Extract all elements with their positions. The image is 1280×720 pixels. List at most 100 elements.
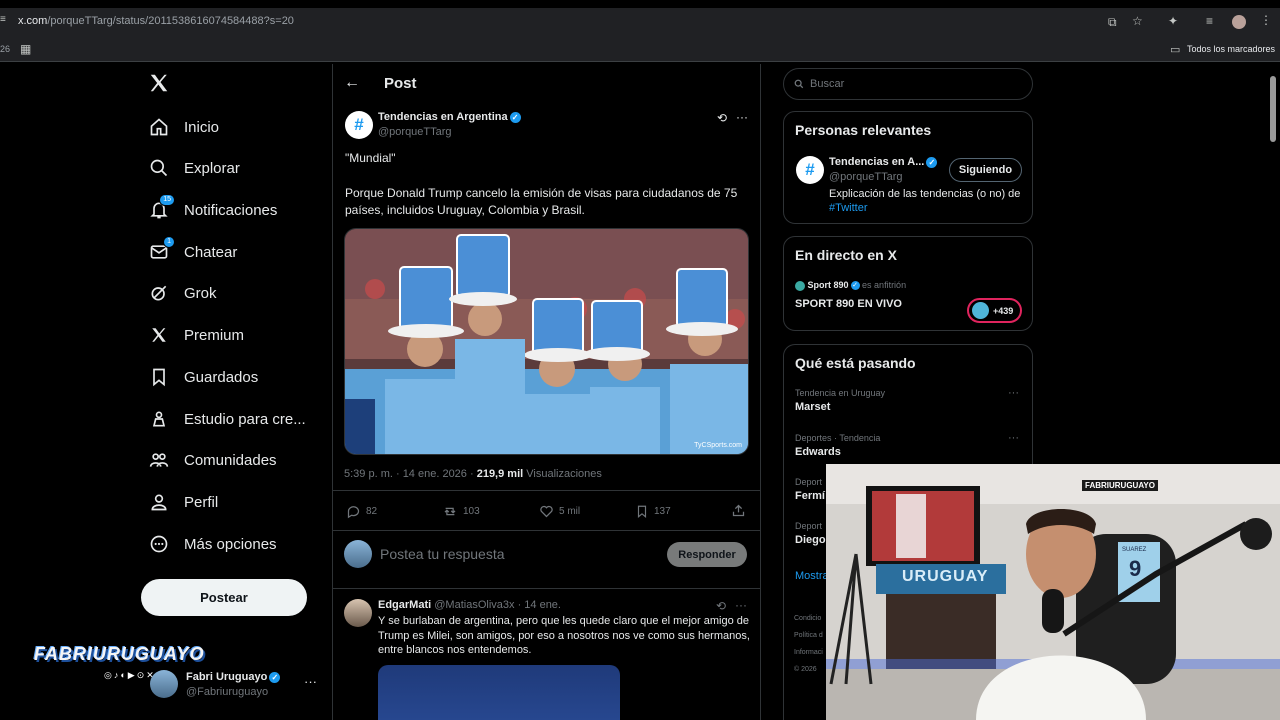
- repost-action[interactable]: 103: [442, 504, 480, 519]
- live-host[interactable]: Sport 890 ✓ es anfitrión: [795, 280, 906, 291]
- nav-item-mas-opciones[interactable]: Más opciones: [148, 528, 277, 560]
- live-show-title[interactable]: SPORT 890 EN VIVO: [795, 298, 902, 310]
- nav-item-perfil[interactable]: Perfil: [148, 486, 218, 518]
- more-dots-icon[interactable]: ···: [1008, 387, 1019, 399]
- more-dots-icon[interactable]: ···: [304, 674, 317, 689]
- site-info-icon[interactable]: ≡: [0, 14, 6, 25]
- tweet-text-body: Porque Donald Trump cancelo la emisión d…: [345, 186, 738, 217]
- reply-handle[interactable]: @MatiasOliva3x: [434, 599, 514, 611]
- apps-grid-icon[interactable]: ▦: [20, 42, 31, 56]
- reply-count: 82: [366, 506, 378, 517]
- share-action[interactable]: [731, 503, 746, 518]
- url-path: /porqueTTarg/status/2011538616074584488?…: [47, 15, 294, 27]
- url-text[interactable]: x.com/porqueTTarg/status/201153861607458…: [18, 15, 294, 27]
- tweet-timestamp[interactable]: 5:39 p. m. · 14 ene. 2026 ·: [344, 468, 477, 480]
- grok-explain-icon[interactable]: ⟲: [716, 599, 726, 613]
- shirt-text: URUGUAY: [902, 568, 989, 585]
- jersey-number: 9: [1129, 556, 1142, 581]
- avatar[interactable]: [344, 599, 372, 627]
- url-host: x.com: [18, 15, 48, 27]
- trend-item[interactable]: Deport Diego: [795, 521, 826, 546]
- footer-link[interactable]: Condicio: [794, 610, 823, 627]
- star-icon[interactable]: ☆: [1132, 14, 1143, 28]
- author-avatar[interactable]: #: [345, 111, 373, 139]
- nav-item-inicio[interactable]: Inicio: [148, 111, 219, 143]
- tweet-image[interactable]: TyCSports.com: [344, 228, 749, 455]
- listeners-pill[interactable]: +439: [967, 298, 1022, 323]
- relevant-name-text: Tendencias en A...: [829, 156, 925, 168]
- all-bookmarks-link[interactable]: Todos los marcadores: [1187, 44, 1275, 54]
- show-more-link[interactable]: Mostra: [795, 570, 829, 582]
- nav-item-grok[interactable]: Grok: [148, 277, 217, 309]
- grok-explain-icon[interactable]: ⟲: [717, 111, 727, 125]
- install-app-icon[interactable]: ⧉: [1108, 15, 1117, 30]
- extensions-icon[interactable]: ✦: [1168, 14, 1178, 28]
- listener-avatar: [972, 302, 989, 319]
- like-action[interactable]: 5 mil: [539, 504, 580, 519]
- avatar: [150, 670, 178, 698]
- reply-button[interactable]: Responder: [667, 542, 747, 567]
- reply-action[interactable]: 82: [346, 504, 377, 519]
- notification-badge: 15: [159, 194, 175, 206]
- nav-item-guardados[interactable]: Guardados: [148, 361, 258, 393]
- trend-item[interactable]: Tendencia en Uruguay Marset: [795, 388, 885, 413]
- more-icon: [148, 533, 170, 555]
- communities-icon: [148, 449, 170, 471]
- scrollbar-thumb[interactable]: [1270, 76, 1276, 142]
- nav-item-comunidades[interactable]: Comunidades: [148, 444, 277, 476]
- more-dots-icon[interactable]: ···: [736, 110, 748, 124]
- live-panel: En directo en X Sport 890 ✓ es anfitrión …: [783, 236, 1033, 331]
- author-handle[interactable]: @porqueTTarg: [378, 126, 452, 138]
- reply-input[interactable]: Postea tu respuesta: [380, 546, 505, 562]
- image-watermark: TyCSports.com: [694, 442, 742, 449]
- x-logo-icon[interactable]: [148, 72, 170, 99]
- person-icon: [148, 491, 170, 513]
- host-name: Sport 890: [807, 280, 849, 290]
- trend-context: Deport: [795, 521, 823, 531]
- trend-context: Deport: [795, 477, 823, 487]
- share-icon: [732, 504, 745, 517]
- post-button[interactable]: Postear: [141, 579, 307, 616]
- verified-icon: ✓: [509, 111, 521, 123]
- nav-item-premium[interactable]: Premium: [148, 319, 244, 351]
- verified-icon: ✓: [850, 281, 860, 291]
- nav-item-chatear[interactable]: 1 Chatear: [148, 236, 237, 268]
- more-dots-icon[interactable]: ···: [735, 598, 747, 612]
- back-arrow-icon[interactable]: ←: [344, 74, 360, 92]
- media-icon[interactable]: ≡: [1206, 14, 1213, 28]
- nav-item-estudio[interactable]: Estudio para cre...: [148, 403, 306, 435]
- trend-item[interactable]: Deport Fermí: [795, 477, 825, 502]
- hashtag-link[interactable]: #Twitter: [829, 202, 868, 214]
- nav-item-explorar[interactable]: Explorar: [148, 152, 240, 184]
- search-input[interactable]: Buscar: [783, 68, 1033, 100]
- author-avatar[interactable]: #: [796, 156, 824, 184]
- relevant-bio: Explicación de las tendencias (o no) de: [829, 188, 1021, 200]
- author-name[interactable]: Tendencias en Argentina ✓: [378, 111, 521, 123]
- home-icon: [148, 116, 170, 138]
- relevant-name[interactable]: Tendencias en A... ✓: [829, 156, 938, 168]
- bookmarks-bar: 26 ▦ ▭ Todos los marcadores: [0, 38, 1280, 62]
- panel-title: Personas relevantes: [795, 122, 932, 138]
- reply-date[interactable]: · 14 ene.: [518, 599, 561, 611]
- reply-image[interactable]: [378, 665, 620, 720]
- x-icon: [148, 324, 170, 346]
- account-handle: @Fabriuruguayo: [186, 686, 269, 698]
- more-dots-icon[interactable]: ···: [1008, 432, 1019, 444]
- menu-kebab-icon[interactable]: ⋮: [1260, 13, 1272, 27]
- nav-item-notificaciones[interactable]: 15 Notificaciones: [148, 194, 277, 226]
- bookmark-icon: [637, 505, 647, 518]
- following-button[interactable]: Siguiendo: [949, 158, 1022, 182]
- footer-link[interactable]: Informaci: [794, 644, 823, 661]
- trend-item[interactable]: Deportes · Tendencia Edwards: [795, 433, 880, 458]
- profile-avatar[interactable]: [1232, 15, 1246, 29]
- bookmark-action[interactable]: 137: [635, 504, 671, 519]
- browser-frame-top: [0, 0, 1280, 8]
- footer-link[interactable]: Política d: [794, 627, 823, 644]
- views-count: 219,9 mil: [476, 468, 524, 480]
- account-switcher[interactable]: Fabri Uruguayo ✓ @Fabriuruguayo ···: [148, 668, 323, 704]
- reply-author[interactable]: EdgarMati: [378, 599, 431, 611]
- nav-label: Premium: [184, 326, 245, 344]
- relevant-handle[interactable]: @porqueTTarg: [829, 171, 903, 183]
- address-bar[interactable]: ≡ x.com/porqueTTarg/status/2011538616074…: [0, 8, 1280, 38]
- tweet-meta: 5:39 p. m. · 14 ene. 2026 · 219,9 mil Vi…: [344, 468, 602, 480]
